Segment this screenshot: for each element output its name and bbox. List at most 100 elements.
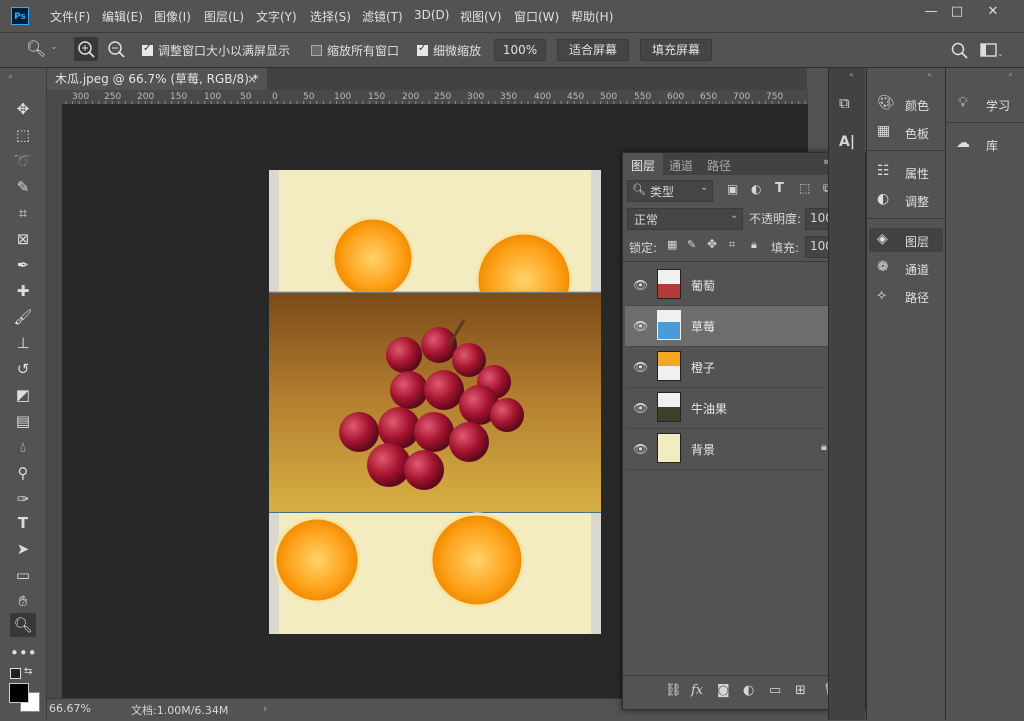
gradient-tool-icon[interactable]: ▤ xyxy=(10,409,36,433)
document-tab[interactable]: 木瓜.jpeg @ 66.7% (草莓, RGB/8) * × xyxy=(47,68,267,90)
fx-icon[interactable]: fx xyxy=(691,683,703,698)
layer-row[interactable]: 👁︎ 葡萄 xyxy=(625,265,847,306)
collapse-dock-icon[interactable]: « xyxy=(1008,70,1013,79)
more-tools-icon[interactable]: ••• xyxy=(10,641,37,665)
clone-stamp-tool-icon[interactable]: ⊥ xyxy=(10,331,36,355)
tool-preset-chevron-icon[interactable]: ⌄ xyxy=(50,42,58,52)
dock-item-properties[interactable]: ☷ 属性 xyxy=(871,160,941,184)
marquee-tool-icon[interactable]: ⬚ xyxy=(10,123,36,147)
rectangle-tool-icon[interactable]: ▭ xyxy=(10,563,36,587)
filter-pixel-icon[interactable]: ▣ xyxy=(727,182,738,196)
adjustment-icon[interactable]: ◐ xyxy=(743,683,754,698)
link-icon[interactable]: ⛓︎ xyxy=(665,683,682,698)
menu-3d[interactable]: 3D(D) xyxy=(414,8,449,22)
tab-paths[interactable]: 路径 xyxy=(707,157,731,174)
new-layer-icon[interactable]: ⊞ xyxy=(795,683,806,698)
path-selection-tool-icon[interactable]: ➤ xyxy=(10,537,36,561)
visibility-eye-icon[interactable]: 👁︎ xyxy=(633,401,648,415)
filter-type-dropdown[interactable]: 🔍︎ 类型 ⌄ xyxy=(627,180,713,202)
lock-transparency-icon[interactable]: ▦ xyxy=(667,238,677,251)
minimize-button[interactable]: — xyxy=(918,2,944,22)
menu-image[interactable]: 图像(I) xyxy=(154,8,191,25)
filter-type-icon[interactable]: T xyxy=(775,181,784,196)
maximize-button[interactable]: □ xyxy=(944,2,970,22)
visibility-eye-icon[interactable]: 👁︎ xyxy=(633,319,648,333)
dock-item-paths[interactable]: ⟡ 路径 xyxy=(871,284,941,308)
mask-icon[interactable]: ◙ xyxy=(717,683,730,698)
layer-row[interactable]: 👁︎ 草莓 xyxy=(625,306,847,347)
zoom-tool-active-icon[interactable]: 🔍︎ xyxy=(10,613,36,637)
menu-view[interactable]: 视图(V) xyxy=(460,8,502,25)
scrubby-zoom-checkbox[interactable] xyxy=(417,43,428,56)
hand-tool-icon[interactable]: ✋︎ xyxy=(10,589,36,613)
dock-item-swatches[interactable]: ▦ 色板 xyxy=(871,120,941,144)
zoom-in-icon[interactable] xyxy=(74,37,98,61)
zoom-all-windows-checkbox[interactable] xyxy=(311,45,322,56)
lock-all-icon[interactable]: 🔒︎ xyxy=(751,238,757,252)
resize-windows-checkbox[interactable] xyxy=(142,43,153,56)
collapse-dock-icon[interactable]: « xyxy=(927,70,932,79)
healing-brush-tool-icon[interactable]: ✚ xyxy=(10,279,36,303)
lock-artboard-icon[interactable]: ⌗ xyxy=(729,238,735,252)
type-tool-icon[interactable]: T xyxy=(10,511,36,535)
fit-screen-button[interactable]: 适合屏幕 xyxy=(557,39,629,61)
dock-item-channels[interactable]: ❁ 通道 xyxy=(871,256,941,280)
dock-item-layers[interactable]: ◈ 图层 xyxy=(869,228,943,252)
menu-select[interactable]: 选择(S) xyxy=(310,8,351,25)
menu-layer[interactable]: 图层(L) xyxy=(204,8,244,25)
menu-edit[interactable]: 编辑(E) xyxy=(102,8,143,25)
filter-shape-icon[interactable]: ⬚ xyxy=(799,181,810,195)
frame-tool-icon[interactable]: ⊠ xyxy=(10,227,36,251)
zoom-value-field[interactable]: 100% xyxy=(494,39,546,61)
visibility-eye-icon[interactable]: 👁︎ xyxy=(633,442,648,456)
close-window-button[interactable]: ✕ xyxy=(980,2,1006,22)
foreground-color-swatch[interactable] xyxy=(9,683,29,703)
visibility-eye-icon[interactable]: 👁︎ xyxy=(633,278,648,292)
menu-file[interactable]: 文件(F) xyxy=(50,8,90,25)
search-icon[interactable] xyxy=(950,41,970,61)
zoom-out-icon[interactable] xyxy=(104,37,128,61)
tab-layers[interactable]: 图层 xyxy=(631,157,655,174)
lasso-tool-icon[interactable]: ➰ xyxy=(10,149,36,173)
history-brush-tool-icon[interactable]: ↺ xyxy=(10,357,36,381)
collapse-toolbar-icon[interactable]: » xyxy=(8,72,13,81)
dock-item-color[interactable]: 🎨︎ 颜色 xyxy=(871,92,941,116)
lock-image-icon[interactable]: ✎ xyxy=(687,238,696,251)
quick-selection-tool-icon[interactable]: ✎ xyxy=(10,175,36,199)
zoom-tool-icon[interactable]: 🔍︎ xyxy=(26,39,46,58)
eyedropper-tool-icon[interactable]: ✒ xyxy=(10,253,36,277)
tab-channels[interactable]: 通道 xyxy=(669,157,693,174)
crop-tool-icon[interactable]: ⌗ xyxy=(10,201,36,225)
lock-position-icon[interactable]: ✥ xyxy=(707,237,717,251)
dock-item-learn[interactable]: 💡︎ 学习 xyxy=(950,92,1020,116)
default-colors-icon[interactable] xyxy=(10,668,21,679)
menu-type[interactable]: 文字(Y) xyxy=(256,8,297,25)
collapse-dock-icon[interactable]: « xyxy=(849,70,854,79)
move-tool-icon[interactable]: ✥ xyxy=(10,97,36,121)
layer-row[interactable]: 👁︎ 橙子 xyxy=(625,347,847,388)
menu-filter[interactable]: 滤镜(T) xyxy=(362,8,403,25)
workspace-icon[interactable]: ⌄ xyxy=(980,42,1004,60)
filter-adjustment-icon[interactable]: ◐ xyxy=(751,182,761,196)
visibility-eye-icon[interactable]: 👁︎ xyxy=(633,360,648,374)
pen-tool-icon[interactable]: ✑ xyxy=(10,487,36,511)
dodge-tool-icon[interactable]: ⚲ xyxy=(10,461,36,485)
blur-tool-icon[interactable]: 💧︎ xyxy=(10,435,36,459)
dock-item-libraries[interactable]: ☁︎ 库 xyxy=(950,132,1020,156)
eraser-tool-icon[interactable]: ◩ xyxy=(10,383,36,407)
menu-help[interactable]: 帮助(H) xyxy=(571,8,613,25)
tab-close-icon[interactable]: × xyxy=(247,68,257,90)
dock-item-adjustments[interactable]: ◐ 调整 xyxy=(871,188,941,212)
character-panel-icon[interactable]: A| xyxy=(839,134,855,150)
folder-icon[interactable]: ▭ xyxy=(769,683,781,698)
menu-window[interactable]: 窗口(W) xyxy=(514,8,559,25)
status-menu-arrow-icon[interactable]: › xyxy=(263,702,267,715)
brush-tool-icon[interactable]: 🖌︎ xyxy=(10,305,36,329)
layer-row[interactable]: 👁︎ 牛油果 xyxy=(625,388,847,429)
blend-mode-dropdown[interactable]: 正常 ⌄ xyxy=(627,208,743,230)
swap-colors-icon[interactable]: ⇆ xyxy=(24,666,32,677)
fill-screen-button[interactable]: 填充屏幕 xyxy=(640,39,712,61)
zoom-level-status[interactable]: 66.67% xyxy=(49,702,91,715)
layer-row[interactable]: 👁︎ 背景 🔒︎ xyxy=(625,429,847,470)
history-panel-icon[interactable]: ⧉ xyxy=(839,94,850,112)
